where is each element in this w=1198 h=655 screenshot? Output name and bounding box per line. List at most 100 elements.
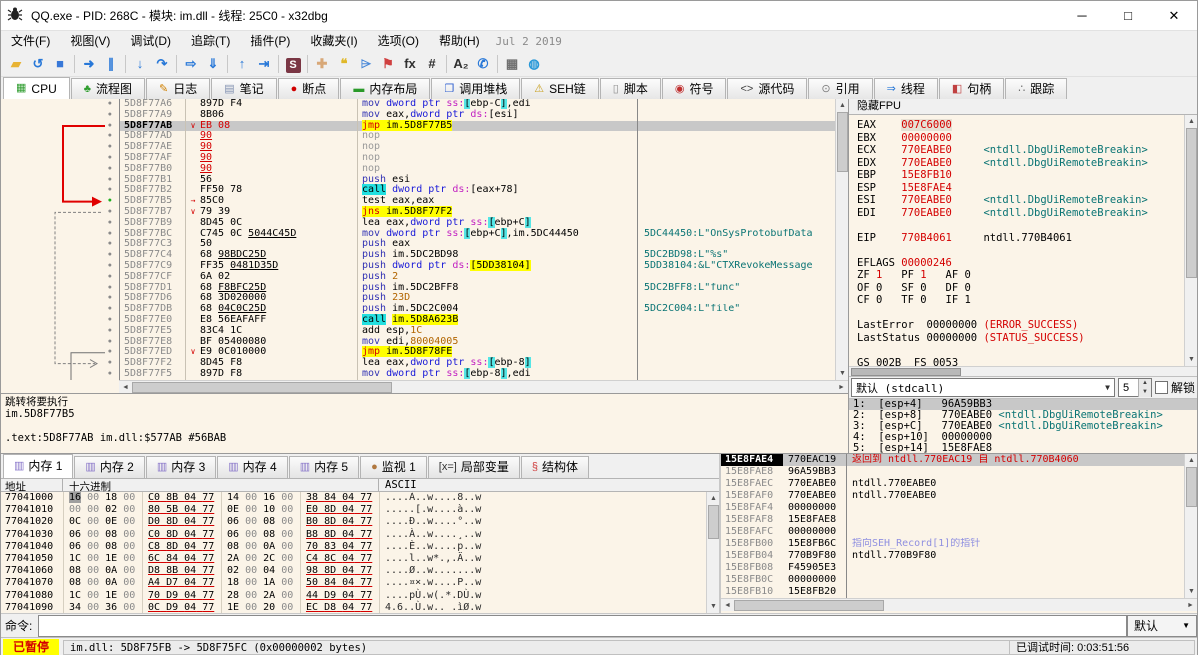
stack-row[interactable]: 15E8FB0C 00000000 — [721, 574, 1184, 586]
memory-row[interactable]: 77041050 1C 00 1E 00 6C 84 04 77 2A 00 2C 0… — [1, 552, 706, 566]
tab-log[interactable]: ✎ 日志 — [145, 78, 211, 99]
instruction-dot-icon[interactable]: ● — [1, 315, 119, 326]
instruction-dot-icon[interactable]: ● — [1, 369, 119, 380]
restart-icon[interactable]: ↺ — [27, 53, 49, 75]
memory-vertical-scrollbar[interactable]: ▲ ▼ — [706, 492, 719, 613]
menu-item[interactable]: 选项(O) — [368, 31, 429, 51]
step-icon[interactable]: ⇓ — [202, 53, 224, 75]
scrollbar-thumb[interactable] — [837, 112, 848, 172]
register-line[interactable]: OF 0 SF 0 DF 0 — [857, 282, 1184, 295]
instruction-dot-icon[interactable]: ● — [1, 175, 119, 186]
functions-icon[interactable]: fx — [399, 53, 421, 75]
patches-icon[interactable]: ✚ — [311, 53, 333, 75]
scroll-up-icon[interactable]: ▲ — [707, 492, 719, 505]
register-line[interactable]: EBX 00000000 — [857, 132, 1184, 145]
scroll-down-icon[interactable]: ▼ — [1185, 353, 1197, 366]
instruction-dot-icon[interactable]: ● — [1, 153, 119, 164]
register-line[interactable]: EDX 770EABE0 <ntdll.DbgUiRemoteBreakin> — [857, 157, 1184, 170]
disasm-row[interactable]: ● 5D8F77F5 897D F8 mov dword ptr ss:[ebp-8]… — [1, 367, 835, 380]
tab-handles[interactable]: ◧ 句柄 — [938, 78, 1005, 99]
instruction-dot-icon[interactable]: ● — [1, 218, 119, 229]
open-file-icon[interactable]: ▰ — [5, 53, 27, 75]
scrollbar-thumb[interactable] — [708, 505, 719, 539]
scrollbar-thumb[interactable] — [132, 382, 392, 393]
menu-item[interactable]: 视图(V) — [60, 31, 120, 51]
stack-row[interactable]: 15E8FAF8 15E8FAE8 — [721, 514, 1184, 526]
labels-icon[interactable]: ⌲ — [355, 53, 377, 75]
stack-vertical-scrollbar[interactable]: ▲ ▼ — [1184, 454, 1197, 598]
tab-breakpoints[interactable]: ● 断点 — [277, 78, 340, 99]
stop-icon[interactable]: ■ — [49, 53, 71, 75]
unlock-checkbox[interactable] — [1154, 381, 1168, 394]
menu-item[interactable]: 调试(D) — [120, 31, 181, 51]
step-over-icon[interactable]: ↷ — [151, 53, 173, 75]
menu-item[interactable]: 帮助(H) — [429, 31, 490, 51]
instruction-dot-icon[interactable]: ● — [1, 337, 119, 348]
stack-row[interactable]: 15E8FB04 770B9F80 ntdll.770B9F80 — [721, 550, 1184, 562]
stack-row[interactable]: 15E8FAFC 00000000 — [721, 526, 1184, 538]
minimize-button[interactable]: ─ — [1059, 1, 1105, 31]
register-line[interactable]: LastStatus 00000000 (STATUS_SUCCESS) — [857, 332, 1184, 345]
instruction-dot-icon[interactable]: ● — [1, 142, 119, 153]
instruction-dot-icon[interactable]: ● — [1, 110, 119, 121]
register-line[interactable]: ECX 770EABE0 <ntdll.DbgUiRemoteBreakin> — [857, 144, 1184, 157]
menu-item[interactable]: 收藏夹(I) — [300, 31, 367, 51]
stack-row[interactable]: 15E8FB00 15E8FB6C 指向SEH_Record[1]的指针 — [721, 538, 1184, 550]
instruction-dot-icon[interactable]: ● — [1, 293, 119, 304]
maximize-button[interactable]: □ — [1105, 1, 1151, 31]
menu-item[interactable]: 文件(F) — [1, 31, 60, 51]
tab-memory-map[interactable]: ▬ 内存布局 — [340, 78, 431, 99]
comments-icon[interactable]: ❝ — [333, 53, 355, 75]
run-icon[interactable]: ➜ — [78, 53, 100, 75]
internet-icon[interactable]: ◍ — [523, 53, 545, 75]
argument-count-stepper[interactable]: 5 ▲ ▼ — [1117, 378, 1152, 397]
strings-icon[interactable]: A₂ — [450, 53, 472, 75]
argument-row[interactable]: 5: [esp+14] 15E8FAE8 — [849, 443, 1197, 454]
instruction-dot-icon[interactable]: ● — [1, 283, 119, 294]
instruction-dot-icon[interactable]: ● — [1, 185, 119, 196]
tab-内存 1[interactable]: ▥ 内存 1 — [3, 454, 74, 478]
memory-row[interactable]: 77041000 16 00 18 00 C0 8B 04 77 14 00 16 0… — [1, 492, 706, 505]
register-line[interactable]: EFLAGS 00000246 — [857, 257, 1184, 270]
memory-row[interactable]: 77041010 00 00 02 00 80 5B 04 77 0E 00 10 0… — [1, 504, 706, 517]
hide-fpu-button[interactable]: 隐藏FPU — [849, 99, 1197, 115]
registers-horizontal-scrollbar[interactable] — [849, 366, 1197, 376]
scroll-down-icon[interactable]: ▼ — [1185, 585, 1198, 598]
register-line[interactable]: CF 0 TF 0 IF 1 — [857, 294, 1184, 307]
instruction-dot-icon[interactable]: ● — [1, 272, 119, 283]
register-line[interactable]: GS 002B FS 0053 — [857, 357, 1184, 367]
instruction-dot-icon[interactable]: ● — [1, 207, 119, 218]
stack-row[interactable]: 15E8FAE8 96A59BB3 — [721, 466, 1184, 478]
scrollbar-thumb[interactable] — [734, 600, 884, 611]
register-line[interactable]: ESP 15E8FAE4 — [857, 182, 1184, 195]
register-line[interactable]: ZF 1 PF 1 AF 0 — [857, 269, 1184, 282]
tab-内存 5[interactable]: ▥ 内存 5 — [288, 456, 360, 478]
close-button[interactable]: ✕ — [1151, 1, 1197, 31]
instruction-dot-icon[interactable]: ● — [1, 164, 119, 175]
breakpoint-dot-icon[interactable]: ● — [1, 196, 119, 207]
scroll-right-icon[interactable]: ► — [1184, 599, 1197, 612]
memory-row[interactable]: 77041040 06 00 08 00 C8 8D 04 77 08 00 0A 0… — [1, 540, 706, 553]
register-line[interactable]: EIP 770B4061 ntdll.770B4061 — [857, 232, 1184, 245]
tab-监视 1[interactable]: ● 监视 1 — [360, 456, 427, 478]
register-line[interactable] — [857, 344, 1184, 357]
modules-icon[interactable]: ✆ — [472, 53, 494, 75]
tab-结构体[interactable]: § 结构体 — [520, 456, 589, 478]
instruction-dot-icon[interactable]: ● — [1, 121, 119, 132]
scroll-down-icon[interactable]: ▼ — [707, 600, 719, 613]
tab-seh-chain[interactable]: ⚠ SEH链 — [521, 78, 599, 99]
scroll-up-icon[interactable]: ▲ — [1185, 115, 1197, 128]
tab-graph[interactable]: ♣ 流程图 — [70, 78, 145, 99]
tab-symbols[interactable]: ◉ 符号 — [661, 78, 727, 99]
scroll-down-icon[interactable]: ▼ — [836, 367, 849, 380]
memory-row[interactable]: 77041030 06 00 08 00 C0 8D 04 77 06 00 08 0… — [1, 528, 706, 541]
scroll-left-icon[interactable]: ◄ — [721, 599, 734, 612]
stack-row[interactable]: 15E8FB10 15E8FB20 — [721, 586, 1184, 598]
tab-source[interactable]: <> 源代码 — [727, 78, 808, 99]
memory-row[interactable]: 77041090 34 00 36 00 0C D9 04 77 1E 00 20 0… — [1, 601, 706, 613]
spin-up-icon[interactable]: ▲ — [1138, 378, 1151, 388]
register-line[interactable]: EBP 15E8FB10 — [857, 169, 1184, 182]
instruction-dot-icon[interactable]: ● — [1, 250, 119, 261]
bookmarks-icon[interactable]: ⚑ — [377, 53, 399, 75]
tab-内存 2[interactable]: ▥ 内存 2 — [74, 456, 145, 478]
